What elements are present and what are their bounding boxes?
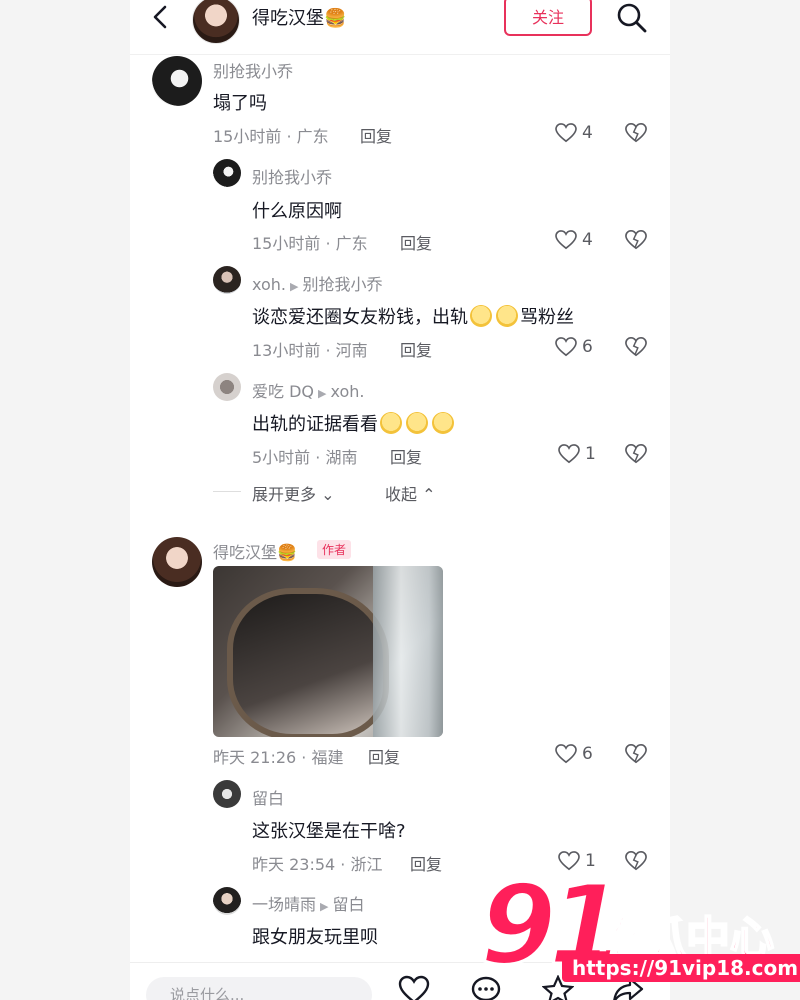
reply-arrow-icon: ▶ [320,900,329,913]
dislike-icon[interactable] [625,122,647,144]
reply-to-user[interactable]: 别抢我小乔 [302,275,382,294]
comment-image[interactable] [213,566,443,737]
comment-input[interactable]: 说点什么... [146,977,372,1000]
reply-arrow-icon: ▶ [318,387,327,400]
reply-button[interactable]: 回复 [400,230,432,254]
back-arrow-icon[interactable] [148,4,174,30]
avatar[interactable] [213,159,241,187]
phone-screen: 得吃汉堡🍔 关注 别抢我小乔 塌了吗 15小时前 · 广东 回复 4 别抢我小乔… [130,0,670,1000]
avatar[interactable] [213,373,241,401]
comment-text-part: 出轨的证据看看 [252,414,378,435]
crying-emoji-icon [406,412,428,434]
reply-arrow-icon: ▶ [290,280,299,293]
bottle-graphic [373,566,443,737]
comment-text: 跟女朋友玩里呗 [252,927,378,948]
watermark-url: https://91vip18.com [562,954,800,982]
avatar[interactable] [152,56,202,106]
reply-user[interactable]: 一场晴雨 [252,895,316,914]
comment-text: 谈恋爱还圈女友粉钱，出轨 骂粉丝 [252,303,574,329]
heart-icon[interactable] [555,123,577,143]
avatar[interactable] [152,537,202,587]
comment-username: 一场晴雨 ▶ 留白 [252,891,365,915]
comment-text-part: 谈恋爱还圈女友粉钱，出轨 [252,307,468,328]
like-count: 4 [582,123,593,143]
comment-meta: 15小时前 · 广东 [213,127,329,146]
watermark: 91 吃瓜中心 https://91vip18.com [478,860,800,1000]
collapse-button[interactable]: 收起 ⌃ [385,481,436,505]
reply-to-user[interactable]: 留白 [332,895,364,914]
crying-emoji-icon [496,305,518,327]
reply-user[interactable]: xoh. [252,275,286,294]
heart-icon[interactable] [555,230,577,250]
reply-user[interactable]: 爱吃 DQ [252,382,314,401]
expand-more-label: 展开更多 [252,485,317,504]
like-count: 6 [582,744,593,764]
comment-meta: 昨天 23:54 · 浙江 [252,855,383,874]
like-icon[interactable] [398,975,430,1000]
mirror-graphic [227,588,389,737]
search-icon[interactable] [616,2,648,34]
reply-button[interactable]: 回复 [390,444,422,468]
comment-text: 什么原因啊 [252,201,342,222]
avatar[interactable] [213,780,241,808]
avatar[interactable] [213,887,241,915]
dislike-icon[interactable] [625,743,647,765]
collapse-label: 收起 [385,485,418,504]
comment-meta: 昨天 21:26 · 福建 [213,748,344,767]
chevron-down-icon: ⌄ [321,485,335,504]
crying-emoji-icon [380,412,402,434]
like-count: 1 [585,444,596,464]
heart-icon[interactable] [555,744,577,764]
expand-more-button[interactable]: 展开更多 ⌄ [252,481,335,505]
comment-username: 爱吃 DQ ▶ xoh. [252,378,364,402]
like-count: 6 [582,337,593,357]
reply-button[interactable]: 回复 [368,744,400,768]
dislike-icon[interactable] [625,443,647,465]
comment-meta: 5小时前 · 湖南 [252,448,358,467]
dislike-icon[interactable] [625,229,647,251]
comment-meta: 15小时前 · 广东 [252,234,368,253]
comment-text: 出轨的证据看看 [252,410,456,436]
comment-text: 这张汉堡是在干啥? [252,821,406,842]
comment-meta: 13小时前 · 河南 [252,341,368,360]
dislike-icon[interactable] [625,336,647,358]
reply-button[interactable]: 回复 [400,337,432,361]
comment-text-part: 骂粉丝 [520,307,574,328]
author-avatar[interactable] [192,0,240,44]
reply-button[interactable]: 回复 [410,851,442,875]
comment-username[interactable]: 得吃汉堡🍔 [213,539,297,563]
avatar[interactable] [213,266,241,294]
heart-icon[interactable] [558,444,580,464]
chevron-up-icon: ⌃ [422,485,436,504]
thread-divider [213,491,241,492]
page-title[interactable]: 得吃汉堡🍔 [252,4,346,30]
comment-text: 塌了吗 [213,93,267,114]
comment-username[interactable]: 别抢我小乔 [213,58,293,82]
comment-username[interactable]: 别抢我小乔 [252,164,332,188]
reply-to-user[interactable]: xoh. [330,382,364,401]
crying-emoji-icon [470,305,492,327]
top-bar: 得吃汉堡🍔 关注 [130,0,670,55]
author-badge: 作者 [317,540,352,559]
reply-button[interactable]: 回复 [360,123,392,147]
heart-icon[interactable] [555,337,577,357]
crying-emoji-icon [432,412,454,434]
comment-username[interactable]: 留白 [252,785,284,809]
follow-button[interactable]: 关注 [504,0,592,36]
like-count: 4 [582,230,593,250]
comment-username: xoh. ▶ 别抢我小乔 [252,271,382,295]
